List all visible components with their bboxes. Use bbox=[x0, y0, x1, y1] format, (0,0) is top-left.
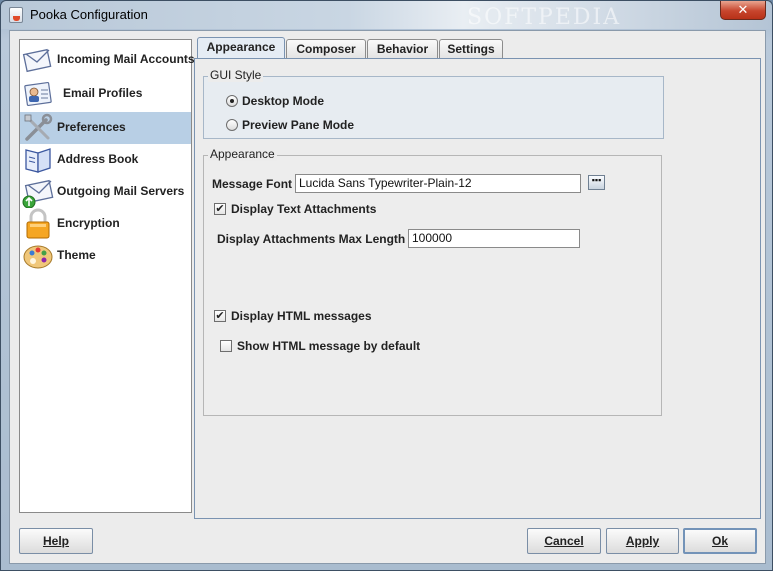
sidebar-item-label: Address Book bbox=[57, 152, 139, 166]
ok-button[interactable]: Ok bbox=[683, 528, 757, 554]
sidebar-item-incoming-mail-accounts[interactable]: Incoming Mail Accounts bbox=[20, 44, 195, 76]
sidebar-item-encryption[interactable]: Encryption bbox=[20, 208, 191, 240]
lock-icon bbox=[26, 208, 50, 239]
sidebar-item-label: Preferences bbox=[57, 120, 126, 134]
apply-button[interactable]: Apply bbox=[606, 528, 679, 554]
show-html-by-default-checkbox[interactable] bbox=[220, 340, 232, 352]
tab-appearance[interactable]: Appearance bbox=[197, 37, 285, 59]
sidebar-item-address-book[interactable]: Address Book bbox=[20, 144, 191, 176]
max-length-field[interactable]: 100000 bbox=[408, 229, 580, 248]
choose-font-button[interactable]: ▪▪▪ bbox=[588, 175, 605, 190]
appearance-tab-panel: GUI Style Desktop Mode Preview Pane Mode… bbox=[194, 58, 761, 519]
sidebar-item-label: Encryption bbox=[57, 216, 120, 230]
outgoing-mail-icon bbox=[22, 179, 54, 208]
tab-composer[interactable]: Composer bbox=[286, 39, 366, 59]
sidebar-item-theme[interactable]: Theme bbox=[20, 240, 191, 272]
sidebar-item-outgoing-mail-servers[interactable]: Outgoing Mail Servers bbox=[20, 176, 191, 208]
display-html-messages-label[interactable]: Display HTML messages bbox=[231, 309, 372, 323]
preferences-icon bbox=[24, 113, 53, 141]
tab-settings[interactable]: Settings bbox=[439, 39, 503, 59]
incoming-mail-icon bbox=[22, 48, 52, 73]
sidebar-item-label: Theme bbox=[57, 248, 96, 262]
appearance-group: Appearance Message Font Lucida Sans Type… bbox=[203, 147, 662, 416]
desktop-mode-label[interactable]: Desktop Mode bbox=[242, 94, 324, 108]
appearance-group-title: Appearance bbox=[208, 147, 277, 161]
preview-pane-mode-radio[interactable] bbox=[226, 119, 238, 131]
gui-style-group: GUI Style Desktop Mode Preview Pane Mode bbox=[203, 68, 664, 139]
gui-style-title: GUI Style bbox=[208, 68, 264, 82]
display-text-attachments-label[interactable]: Display Text Attachments bbox=[231, 202, 376, 216]
email-profiles-icon bbox=[24, 81, 52, 107]
palette-icon bbox=[23, 245, 53, 269]
close-window-button[interactable]: ✕ bbox=[720, 1, 766, 20]
preview-pane-mode-label[interactable]: Preview Pane Mode bbox=[242, 118, 354, 132]
message-font-label: Message Font bbox=[212, 177, 293, 191]
sidebar-item-preferences[interactable]: Preferences bbox=[20, 112, 191, 144]
sidebar-item-email-profiles[interactable]: Email Profiles bbox=[20, 78, 191, 110]
sidebar-item-label: Email Profiles bbox=[63, 86, 143, 100]
tab-behavior[interactable]: Behavior bbox=[367, 39, 438, 59]
help-button[interactable]: Help bbox=[19, 528, 93, 554]
window-title: Pooka Configuration bbox=[30, 7, 148, 22]
message-font-field[interactable]: Lucida Sans Typewriter-Plain-12 bbox=[295, 174, 581, 193]
cancel-button[interactable]: Cancel bbox=[527, 528, 601, 554]
display-text-attachments-checkbox[interactable]: ✔ bbox=[214, 203, 226, 215]
dialog-content: Incoming Mail Accounts Email Profiles Pr… bbox=[9, 30, 766, 564]
preferences-sidebar: Incoming Mail Accounts Email Profiles Pr… bbox=[19, 39, 195, 513]
title-bar[interactable]: Pooka Configuration SOFTPEDIA ✕ bbox=[1, 1, 772, 30]
max-length-label: Display Attachments Max Length bbox=[217, 232, 406, 246]
address-book-icon bbox=[25, 148, 51, 173]
sidebar-item-label: Outgoing Mail Servers bbox=[57, 184, 185, 198]
watermark: SOFTPEDIA bbox=[467, 5, 622, 30]
desktop-mode-radio[interactable] bbox=[226, 95, 238, 107]
sidebar-item-label: Incoming Mail Accounts bbox=[57, 52, 195, 66]
show-html-by-default-label[interactable]: Show HTML message by default bbox=[237, 339, 420, 353]
configuration-window: Pooka Configuration SOFTPEDIA ✕ Incoming… bbox=[0, 0, 773, 571]
display-html-messages-checkbox[interactable]: ✔ bbox=[214, 310, 226, 322]
java-app-icon bbox=[9, 7, 23, 23]
